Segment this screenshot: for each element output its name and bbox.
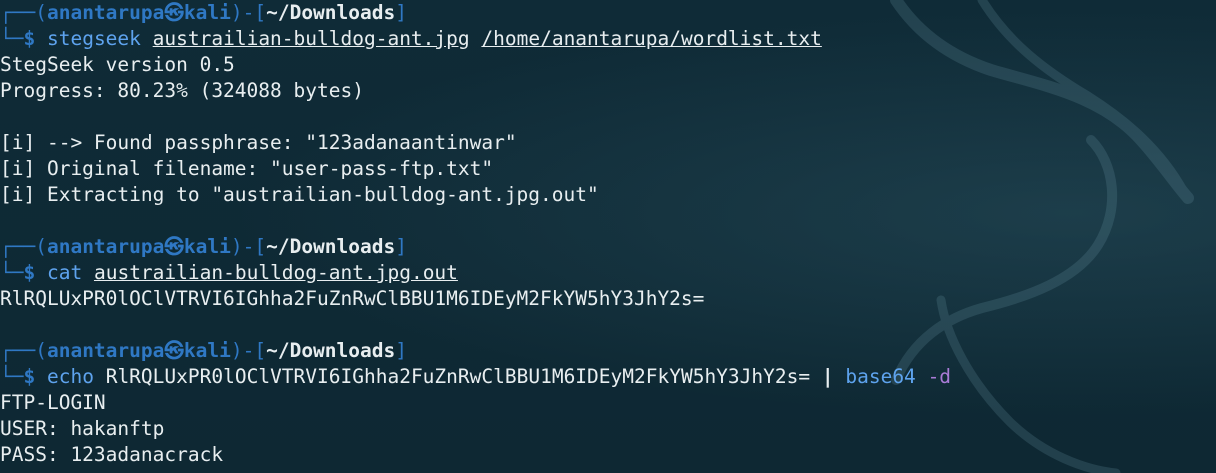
command-arg: austrailian-bulldog-ant.jpg <box>152 27 470 50</box>
prompt-path: ~/Downloads <box>266 1 396 24</box>
prompt-header: ┌──(anantarupa㉿kali)-[~/Downloads] <box>0 0 407 26</box>
prompt-user: anantarupa <box>46 339 165 362</box>
output-line: RlRQLUxPR0lOClVTRVI6IGhha2FuZnRwClBBU1M6… <box>0 287 705 310</box>
prompt-host: kali <box>183 1 231 24</box>
pipe-command-name: base64 <box>845 365 916 388</box>
prompt-header: ┌──(anantarupa㉿kali)-[~/Downloads] <box>0 234 407 260</box>
prompt-box-mid: )-[ <box>230 1 267 24</box>
prompt-box-mid: )-[ <box>230 339 267 362</box>
output-line: USER: hakanftp <box>0 417 165 440</box>
command-flag: -d <box>927 365 952 388</box>
prompt-symbol: $ <box>23 365 36 388</box>
prompt-box-left: ┌──( <box>0 1 47 24</box>
kali-dragon-icon: ㉿ <box>164 235 184 258</box>
command-line[interactable]: └─$ echo RlRQLUxPR0lOClVTRVI6IGhha2FuZnR… <box>0 364 951 390</box>
prompt-box-left: ┌──( <box>0 339 47 362</box>
command-arg: /home/anantarupa/wordlist.txt <box>481 27 822 50</box>
prompt-box-bottom: └─ <box>0 27 24 50</box>
prompt-user: anantarupa <box>46 1 165 24</box>
command-name: echo <box>46 365 94 388</box>
prompt-box-right: ] <box>395 339 407 362</box>
prompt-user: anantarupa <box>46 235 165 258</box>
command-name: cat <box>46 261 83 284</box>
command-name: stegseek <box>46 27 141 50</box>
terminal-window[interactable]: ┌──(anantarupa㉿kali)-[~/Downloads] └─$ s… <box>0 0 1216 473</box>
prompt-box-bottom: └─ <box>0 261 24 284</box>
pipe-operator: | <box>821 365 834 388</box>
output-line: Progress: 80.23% (324088 bytes) <box>0 79 364 102</box>
output-line: StegSeek version 0.5 <box>0 53 235 76</box>
kali-dragon-icon: ㉿ <box>164 1 184 24</box>
prompt-symbol: $ <box>23 27 36 50</box>
kali-dragon-icon: ㉿ <box>164 339 184 362</box>
prompt-header: ┌──(anantarupa㉿kali)-[~/Downloads] <box>0 338 407 364</box>
prompt-box-right: ] <box>395 1 407 24</box>
prompt-host: kali <box>183 339 231 362</box>
prompt-host: kali <box>183 235 231 258</box>
prompt-box-mid: )-[ <box>230 235 267 258</box>
prompt-path: ~/Downloads <box>266 339 396 362</box>
output-line: PASS: 123adanacrack <box>0 443 224 466</box>
output-line: [i] --> Found passphrase: "123adanaantin… <box>0 131 517 154</box>
prompt-box-right: ] <box>395 235 407 258</box>
command-arg: RlRQLUxPR0lOClVTRVI6IGhha2FuZnRwClBBU1M6… <box>105 365 811 388</box>
prompt-box-bottom: └─ <box>0 365 24 388</box>
prompt-symbol: $ <box>23 261 36 284</box>
prompt-path: ~/Downloads <box>266 235 396 258</box>
output-line: [i] Extracting to "austrailian-bulldog-a… <box>0 183 599 206</box>
prompt-box-left: ┌──( <box>0 235 47 258</box>
command-arg: austrailian-bulldog-ant.jpg.out <box>93 261 458 284</box>
command-line[interactable]: └─$ stegseek austrailian-bulldog-ant.jpg… <box>0 26 822 52</box>
output-line: [i] Original filename: "user-pass-ftp.tx… <box>0 157 494 180</box>
command-line[interactable]: └─$ cat austrailian-bulldog-ant.jpg.out <box>0 260 458 286</box>
output-line: FTP-LOGIN <box>0 391 106 414</box>
